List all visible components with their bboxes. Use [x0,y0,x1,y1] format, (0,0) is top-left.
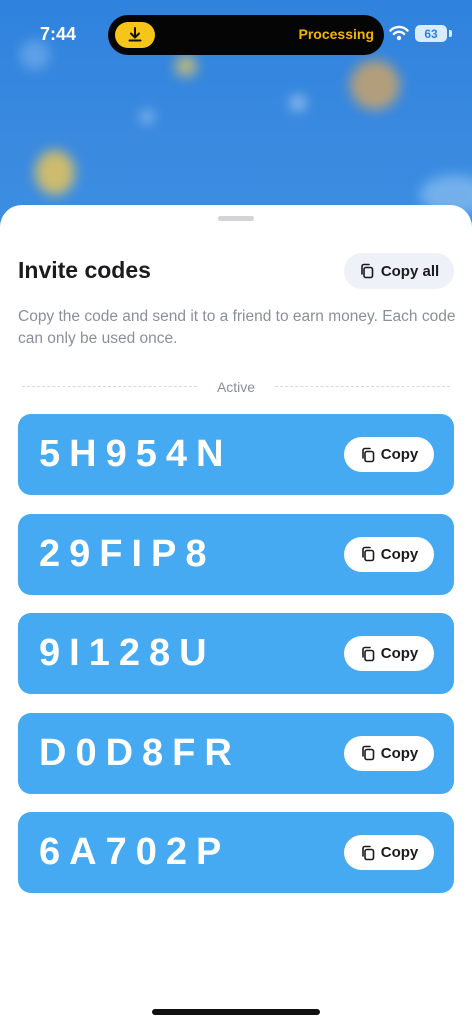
copy-icon [360,745,376,761]
invite-code-card: 5H954N Copy [18,414,454,495]
copy-icon [360,845,376,861]
code-list: 5H954N Copy 29FIP8 Copy 9I128U Copy D0D8… [18,414,454,912]
home-indicator[interactable] [152,1009,320,1015]
section-label: Active [216,379,256,395]
copy-button-label: Copy [380,844,419,861]
copy-all-label: Copy all [380,262,440,280]
copy-button-label: Copy [380,645,419,662]
copy-button-label: Copy [380,446,419,463]
copy-button[interactable]: Copy [344,835,434,870]
divider-line [275,386,450,387]
blurred-shape [290,95,306,111]
activity-status: Processing [298,26,374,42]
copy-button[interactable]: Copy [344,437,434,472]
invite-code-card: 9I128U Copy [18,613,454,694]
copy-icon [359,263,375,279]
copy-icon [360,447,376,463]
invite-code: 6A702P [39,831,231,873]
invite-code-card: 6A702P Copy [18,812,454,893]
blurred-logo [130,140,340,205]
invite-codes-sheet: Invite codes Copy all Copy the code and … [0,205,472,1024]
copy-button[interactable]: Copy [344,636,434,671]
copy-button-label: Copy [380,744,419,762]
blurred-shape [35,150,75,195]
invite-code: 5H954N [39,433,233,475]
copy-button[interactable]: Copy [344,735,434,771]
copy-button[interactable]: Copy [344,536,434,572]
wifi-icon [389,25,409,46]
invite-code-card: D0D8FR Copy [18,712,454,794]
invite-code: 29FIP8 [39,532,216,575]
invite-code-card: 29FIP8 Copy [18,513,454,595]
invite-code: 9I128U [39,632,216,674]
copy-all-button[interactable]: Copy all [344,253,454,289]
blurred-shape [140,110,154,124]
description-text: Copy the code and send it to a friend to… [18,308,456,347]
status-bar: 7:44 Processing 63 [0,0,472,70]
copy-icon [360,646,376,662]
copy-button-label: Copy [380,545,419,563]
battery-nub [449,30,452,37]
section-divider: Active [22,377,450,397]
battery-level: 63 [424,26,438,41]
copy-icon [360,546,376,562]
download-icon [115,22,155,48]
battery-icon: 63 [415,25,447,42]
page-title: Invite codes [18,257,151,283]
dynamic-island[interactable]: Processing [108,15,384,55]
sheet-grabber[interactable] [218,216,254,221]
status-time: 7:44 [40,24,77,44]
invite-code: D0D8FR [39,731,241,774]
